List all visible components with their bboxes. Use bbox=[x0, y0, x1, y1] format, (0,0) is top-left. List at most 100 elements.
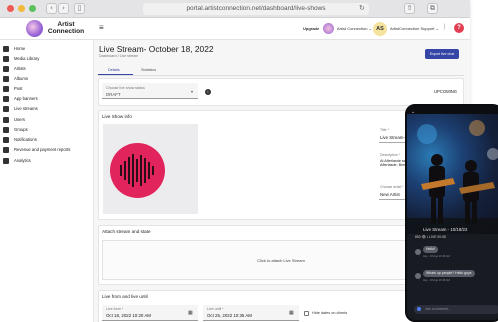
calendar-icon[interactable]: ▦ bbox=[289, 310, 294, 316]
sidebar-item-media-library[interactable]: Media Library bbox=[3, 54, 39, 64]
sidebar-item-label: Users bbox=[14, 117, 25, 122]
browser-window: ‹ › ▯ portal.artistconnection.net/dashbo… bbox=[0, 0, 470, 322]
sidebar-item-home[interactable]: Home bbox=[3, 44, 25, 54]
cover-image[interactable] bbox=[103, 124, 198, 214]
sidebar-item-label: Albums bbox=[14, 76, 28, 81]
waveform-icon bbox=[110, 143, 165, 198]
comment-input[interactable]: Join a comment... bbox=[414, 305, 498, 314]
user-icon bbox=[3, 116, 9, 123]
sidebar-item-label: Media Library bbox=[14, 56, 40, 61]
attach-stream-heading: Attach stream and state bbox=[102, 229, 151, 234]
menu-icon[interactable]: ≡ bbox=[99, 23, 104, 32]
tabs-divider bbox=[98, 75, 464, 76]
stream-video-frame[interactable] bbox=[407, 114, 498, 234]
support-menu[interactable]: ArtistConnection Support ⌄ bbox=[390, 26, 439, 31]
chat-meta: Hey · 18 Aug 10:45 AM bbox=[423, 279, 450, 282]
album-icon bbox=[3, 75, 9, 82]
status-badge: UPCOMING bbox=[434, 89, 458, 94]
sidebar-item-revenue-and-payment-reports[interactable]: Revenue and payment reports bbox=[3, 145, 70, 155]
bell-icon bbox=[3, 136, 9, 143]
connection-menu[interactable]: Artist Connection ⌄ bbox=[337, 26, 372, 31]
info-icon[interactable]: i bbox=[205, 89, 211, 95]
band-performers-image bbox=[407, 120, 498, 234]
sidebar: Home Media Library Artists Albums Post App ba… bbox=[0, 40, 94, 322]
comment-placeholder: Join a comment... bbox=[425, 307, 451, 311]
live-from-value: Oct 18, 2022 10:20 AM bbox=[106, 313, 151, 318]
status-card: Choose live show status DRAFT ▾ i UPCOMI… bbox=[98, 78, 464, 106]
chat-meta: Hey · 18 Aug 10:45 AM bbox=[423, 255, 450, 258]
tab-details[interactable]: Details bbox=[108, 68, 120, 72]
browser-toolbar: ‹ › ▯ portal.artistconnection.net/dashbo… bbox=[0, 0, 470, 18]
folder-icon bbox=[3, 55, 9, 62]
sidebar-item-groups[interactable]: Groups bbox=[3, 125, 28, 135]
banner-icon bbox=[3, 95, 9, 102]
live-until-label: Live until * bbox=[207, 307, 224, 311]
artist-field[interactable]: New Artist bbox=[380, 192, 400, 197]
header-divider: | bbox=[444, 24, 446, 30]
phone-preview: ⌄ Live Stream - 10/18/22 850 👁 • LIVE 00… bbox=[405, 104, 498, 322]
page-title: Live Stream- October 18, 2022 bbox=[99, 44, 214, 54]
reload-icon[interactable]: ↻ bbox=[359, 4, 365, 12]
brand-line2: Connection bbox=[47, 28, 85, 35]
share-icon[interactable]: ⇧ bbox=[404, 3, 415, 14]
tab-statistics[interactable]: Statistics bbox=[141, 68, 156, 72]
hide-dates-label: Hide dates on clients bbox=[312, 311, 348, 315]
sidebar-item-app-banners[interactable]: App banners bbox=[3, 94, 38, 104]
brand-line1: Artist bbox=[57, 21, 75, 28]
artist-field-label: Choose artist * bbox=[380, 185, 404, 189]
forward-icon[interactable]: › bbox=[58, 3, 69, 14]
hide-dates-checkbox[interactable] bbox=[304, 311, 309, 316]
sidebar-item-label: Notifications bbox=[14, 137, 37, 142]
description-field-label: Description * bbox=[380, 153, 401, 157]
status-select-label: Choose live show status bbox=[106, 86, 145, 90]
brand-logo bbox=[26, 20, 43, 37]
sidebar-item-analytics[interactable]: Analytics bbox=[3, 156, 31, 166]
chat-message: Whats up people? Hello guys bbox=[423, 270, 475, 277]
status-select[interactable]: Choose live show status DRAFT ▾ bbox=[102, 83, 198, 99]
phone-status-bar bbox=[407, 106, 498, 114]
analytics-icon bbox=[3, 157, 9, 164]
minimize-window-dot[interactable] bbox=[18, 5, 25, 12]
maximize-window-dot[interactable] bbox=[29, 5, 36, 12]
back-icon[interactable]: ‹ bbox=[46, 3, 57, 14]
live-until-field[interactable]: Live until * Oct 25, 2022 10:35 AM ▦ bbox=[203, 305, 299, 321]
address-bar[interactable]: portal.artistconnection.net/dashboard/li… bbox=[143, 3, 369, 15]
chat-avatar bbox=[415, 249, 421, 255]
tabs-icon[interactable]: ⧉ bbox=[427, 3, 438, 14]
sidebar-item-users[interactable]: Users bbox=[3, 115, 25, 125]
status-select-value: DRAFT bbox=[106, 92, 121, 97]
live-from-field[interactable]: Live from * Oct 18, 2022 10:20 AM ▦ bbox=[102, 305, 198, 321]
screenshot-root: ‹ › ▯ portal.artistconnection.net/dashbo… bbox=[0, 0, 498, 322]
sidebar-toggle-icon[interactable]: ▯ bbox=[74, 3, 85, 14]
help-icon[interactable]: ? bbox=[454, 23, 464, 33]
monitor-icon bbox=[3, 105, 9, 112]
connection-avatar bbox=[323, 23, 334, 34]
artist-icon bbox=[3, 65, 9, 72]
sidebar-item-notifications[interactable]: Notifications bbox=[3, 135, 37, 145]
live-from-label: Live from * bbox=[106, 307, 124, 311]
post-icon bbox=[3, 85, 9, 92]
group-icon bbox=[3, 126, 9, 133]
title-field-label: Title * bbox=[380, 128, 390, 132]
sidebar-item-artists[interactable]: Artists bbox=[3, 64, 26, 74]
sidebar-item-live-streams[interactable]: Live streams bbox=[3, 104, 38, 114]
calendar-icon[interactable]: ▦ bbox=[188, 310, 193, 316]
close-window-dot[interactable] bbox=[7, 5, 14, 12]
sidebar-item-post[interactable]: Post bbox=[3, 84, 22, 94]
sidebar-item-label: Groups bbox=[14, 127, 28, 132]
upgrade-link[interactable]: Upgrade bbox=[303, 26, 319, 31]
sidebar-item-label: Analytics bbox=[14, 158, 31, 163]
live-until-value: Oct 25, 2022 10:35 AM bbox=[207, 313, 252, 318]
home-icon bbox=[3, 45, 9, 52]
money-icon bbox=[3, 146, 9, 153]
send-icon[interactable] bbox=[417, 307, 421, 311]
user-avatar[interactable]: AS bbox=[373, 22, 387, 36]
sidebar-item-label: Live streams bbox=[14, 106, 38, 111]
stream-title: Live Stream - 10/18/22 bbox=[423, 227, 468, 232]
chat-avatar bbox=[415, 273, 421, 279]
live-show-info-heading: Live Show info bbox=[102, 114, 132, 119]
sidebar-item-label: Revenue and payment reports bbox=[14, 147, 71, 152]
export-live-chat-button[interactable]: Export live chat bbox=[425, 49, 459, 59]
brand-name: Artist Connection bbox=[46, 21, 86, 35]
sidebar-item-albums[interactable]: Albums bbox=[3, 74, 28, 84]
